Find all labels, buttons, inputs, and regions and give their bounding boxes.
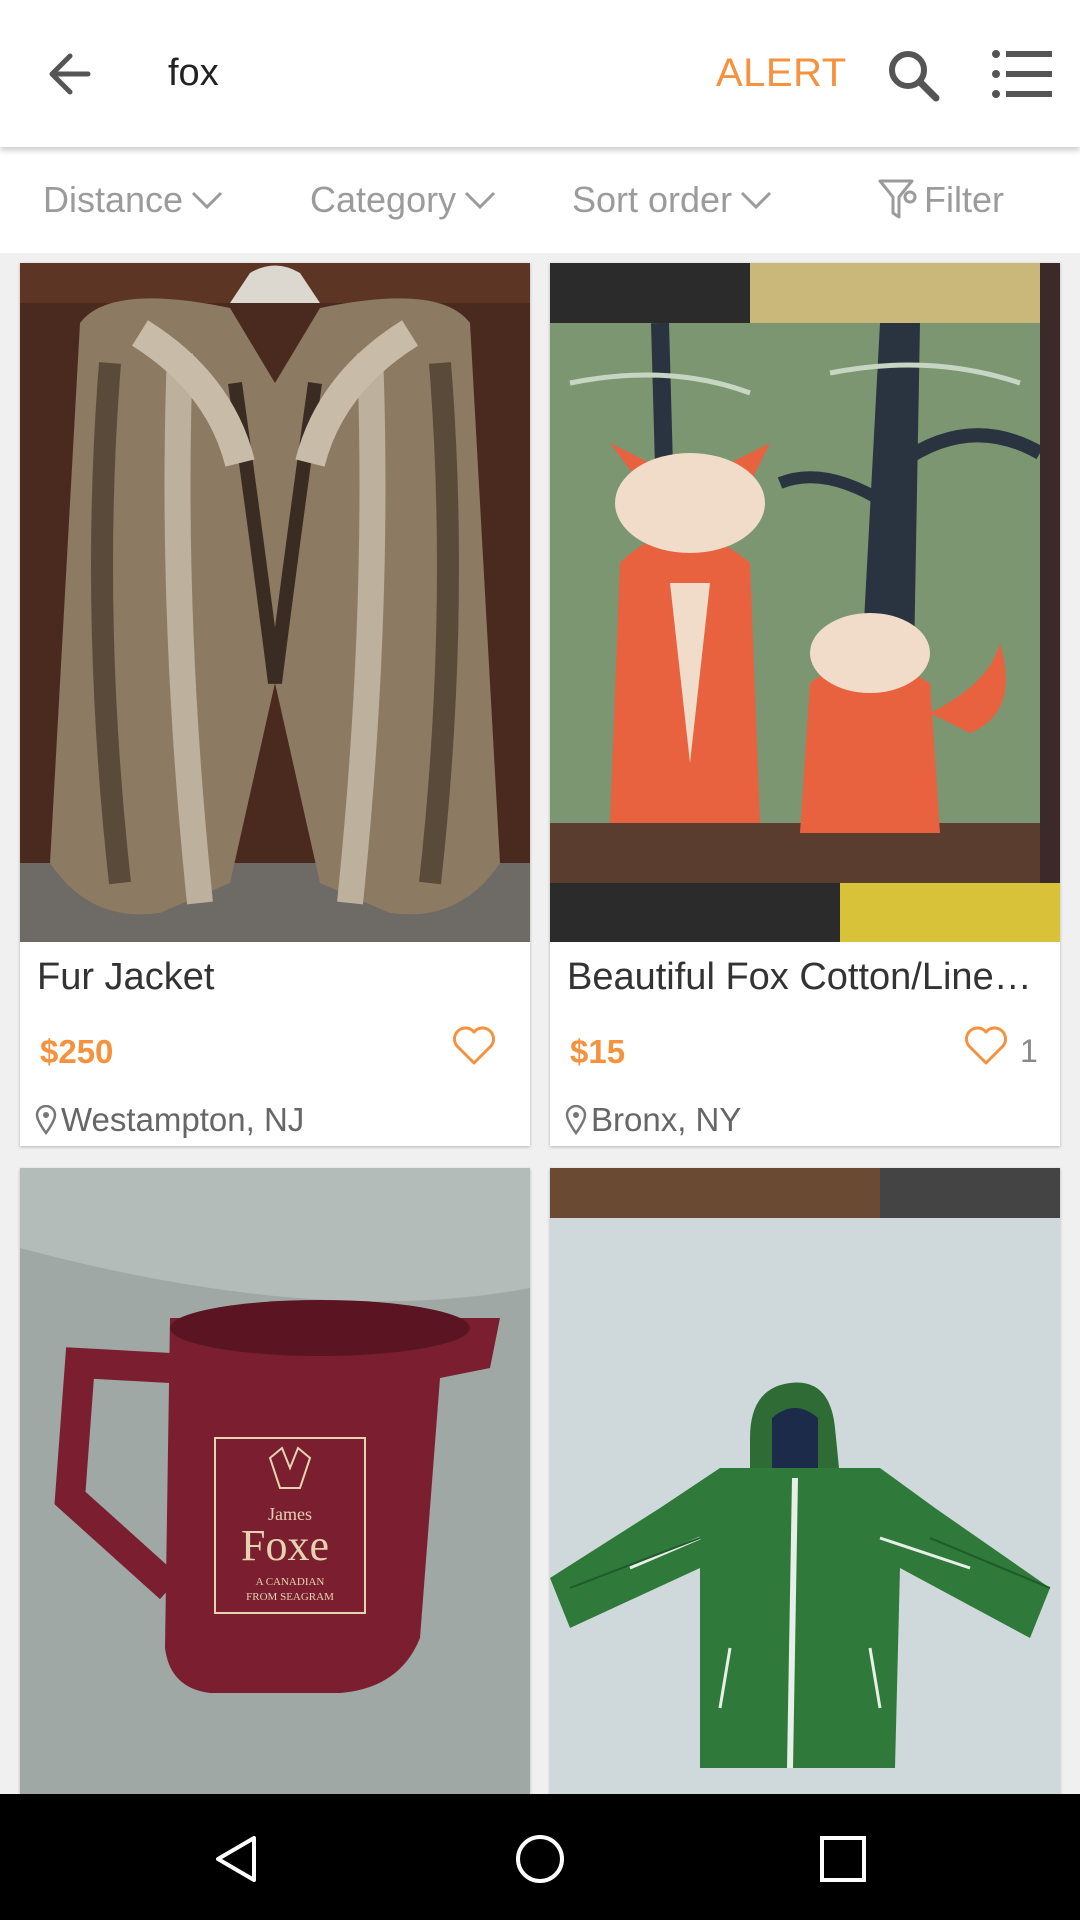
filter-button[interactable]: Filter bbox=[878, 175, 1004, 225]
chevron-down-icon bbox=[465, 191, 496, 210]
listing-location-text: Bronx, NY bbox=[591, 1101, 742, 1138]
heart-icon[interactable] bbox=[450, 1021, 498, 1069]
listing-title: Fur Jacket bbox=[37, 956, 215, 998]
fur-coat-photo bbox=[20, 263, 530, 942]
pitcher-tagline1: A CANADIAN bbox=[256, 1576, 325, 1588]
chevron-down-icon bbox=[192, 191, 223, 210]
search-icon[interactable] bbox=[882, 44, 946, 108]
sort-order-button[interactable]: Sort order bbox=[572, 175, 772, 225]
chevron-down-icon bbox=[741, 191, 772, 210]
alert-button[interactable]: ALERT bbox=[716, 51, 847, 96]
green-kids-jacket-photo bbox=[550, 1168, 1060, 1808]
list-menu-icon[interactable] bbox=[990, 46, 1054, 102]
back-triangle-icon[interactable] bbox=[210, 1832, 264, 1886]
location-pin-icon bbox=[35, 1105, 57, 1135]
like-count: 1 bbox=[1020, 1033, 1038, 1069]
pitcher-tagline2: FROM SEAGRAM bbox=[246, 1591, 334, 1603]
listing-card[interactable] bbox=[550, 1168, 1060, 1808]
listing-location: Bronx, NY bbox=[565, 1101, 741, 1139]
filter-bar: Distance Category Sort order Filter bbox=[0, 147, 1080, 253]
listing-card[interactable]: Beautiful Fox Cotton/Line… $15 1 Bronx, … bbox=[550, 263, 1060, 1146]
fox-pillow-photo bbox=[550, 263, 1060, 942]
recents-square-icon[interactable] bbox=[816, 1832, 870, 1886]
search-query-text[interactable]: fox bbox=[168, 52, 219, 95]
distance-filter-button[interactable]: Distance bbox=[43, 175, 223, 225]
pitcher-brand-line2: Foxe bbox=[241, 1521, 329, 1570]
location-pin-icon bbox=[565, 1105, 587, 1135]
heart-icon[interactable] bbox=[962, 1021, 1010, 1069]
distance-filter-label: Distance bbox=[43, 179, 184, 220]
listing-card[interactable]: James Foxe A CANADIAN FROM SEAGRAM bbox=[20, 1168, 530, 1808]
funnel-filter-icon bbox=[878, 179, 917, 219]
james-foxe-pitcher-photo: James Foxe A CANADIAN FROM SEAGRAM bbox=[20, 1168, 530, 1808]
category-filter-button[interactable]: Category bbox=[310, 175, 496, 225]
listing-price: $250 bbox=[40, 1033, 114, 1070]
back-arrow-icon[interactable] bbox=[38, 44, 108, 104]
listing-location-text: Westampton, NJ bbox=[61, 1101, 305, 1138]
home-circle-icon[interactable] bbox=[513, 1832, 567, 1886]
system-navigation-bar bbox=[0, 1794, 1080, 1920]
listing-location: Westampton, NJ bbox=[35, 1101, 304, 1139]
listing-price: $15 bbox=[570, 1033, 626, 1070]
sort-order-label: Sort order bbox=[572, 179, 733, 220]
top-app-bar: fox ALERT bbox=[0, 0, 1080, 147]
listing-title: Beautiful Fox Cotton/Line… bbox=[567, 956, 1032, 998]
category-filter-label: Category bbox=[310, 179, 457, 220]
listing-card[interactable]: Fur Jacket $250 Westampton, NJ bbox=[20, 263, 530, 1146]
filter-label: Filter bbox=[924, 179, 1004, 220]
